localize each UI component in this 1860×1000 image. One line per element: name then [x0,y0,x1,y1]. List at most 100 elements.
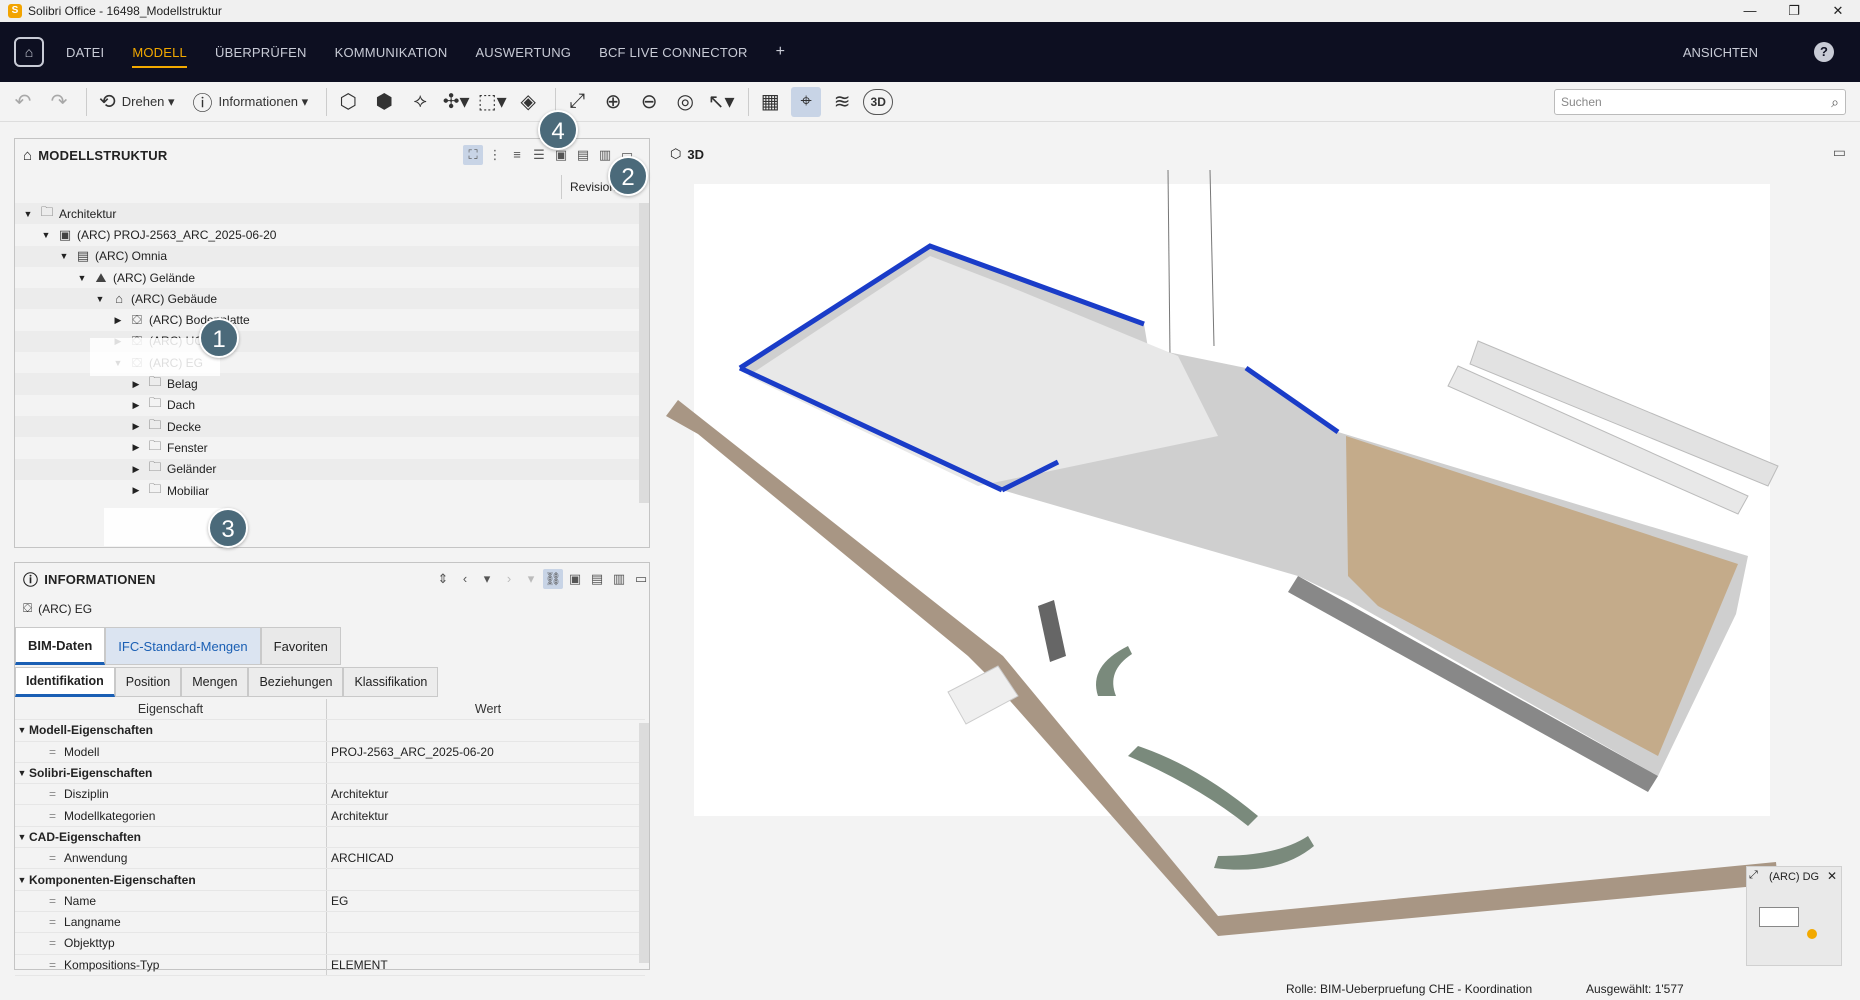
hierarchy-flat-icon[interactable]: ☰ [529,145,549,165]
revision-1-icon[interactable]: ▣ [565,569,585,589]
collapsed-caret-icon[interactable]: ▶ [129,485,143,496]
property-group-row[interactable]: ▼ CAD-Eigenschaften [15,826,645,849]
close-icon[interactable]: ✕ [1816,0,1860,22]
subtab-klassifikation[interactable]: Klassifikation [343,667,439,697]
tree-scrollbar[interactable] [639,203,649,503]
hide-icon[interactable]: ⬢ [369,87,399,117]
tree-row[interactable]: ▼ 🗀 Architektur [15,203,645,225]
collapsed-caret-icon[interactable]: ▶ [129,464,143,475]
tree-row[interactable]: ▼ ▤ (ARC) Omnia [15,245,645,267]
expand-icon[interactable]: ⤢ [1749,869,1758,882]
tree-view-icon[interactable]: ⛶ [463,145,483,165]
select-tool-icon[interactable]: ↖▾ [706,87,736,117]
location-icon[interactable]: ⌖ [791,86,822,117]
property-row[interactable]: = Langname [15,911,645,934]
close-icon[interactable]: ✕ [1827,869,1837,883]
collapsed-caret-icon[interactable]: ▶ [129,442,143,453]
tree-row[interactable]: ▼ ▣ (ARC) PROJ-2563_ARC_2025-06-20 [15,224,645,245]
expanded-caret-icon[interactable]: ▼ [15,725,29,735]
expanded-caret-icon[interactable]: ▼ [75,273,89,283]
tree-row[interactable]: ▶ 🗀 Geländer [15,458,645,480]
menu-kommunikation[interactable]: KOMMUNIKATION [335,45,448,60]
revision-2-icon[interactable]: ▤ [587,569,607,589]
zoom-out-icon[interactable]: ⊖ [634,87,664,117]
collapsed-caret-icon[interactable]: ▶ [111,315,125,326]
collapsed-caret-icon[interactable]: ▶ [129,421,143,432]
floor-plan-icon[interactable]: ▦ [755,87,785,117]
show-all-icon[interactable]: ⬡ [333,87,363,117]
tree-row[interactable]: ▶ ⛋ (ARC) Bodenplatte [15,309,645,330]
transparency-icon[interactable]: ✣▾ [441,87,471,117]
minimize-icon[interactable]: — [1728,0,1772,22]
menu-datei[interactable]: DATEI [66,45,104,60]
revision-2-icon[interactable]: ▤ [573,145,593,165]
column-header-wert[interactable]: Wert [327,702,645,716]
hierarchy-alt-icon[interactable]: ≡ [507,145,527,165]
subtab-beziehungen[interactable]: Beziehungen [248,667,344,697]
tree-row[interactable]: ▶ 🗀 Fenster [15,437,645,458]
expanded-caret-icon[interactable]: ▼ [93,294,107,304]
menu-modell[interactable]: MODELL [132,45,187,68]
collapsed-caret-icon[interactable]: ▶ [129,379,143,390]
property-row[interactable]: = Modellkategorien Architektur [15,805,645,827]
home-icon[interactable]: ⌂ [14,37,44,67]
forward-dropdown-icon[interactable]: ▾ [521,569,541,589]
collapsed-caret-icon[interactable]: ▶ [129,400,143,411]
property-row[interactable]: = Objekttyp [15,933,645,955]
isolate-icon[interactable]: ⟡ [405,87,435,117]
tree-row[interactable]: ▼ ⌂ (ARC) Gebäude [15,288,645,310]
tab-favoriten[interactable]: Favoriten [260,627,341,665]
subtab-identifikation[interactable]: Identifikation [15,667,115,697]
link-selection-icon[interactable]: ⛓ [543,569,563,589]
zoom-window-icon[interactable]: ◎ [670,87,700,117]
property-group-row[interactable]: ▼ Komponenten-Eigenschaften [15,869,645,891]
tab-bim-daten[interactable]: BIM-Daten [15,627,106,665]
3d-viewport[interactable]: ⬡ 3D ▭ ⤢ (ARC) DG ✕ [658,136,1860,978]
section-box-icon[interactable]: ◈ [513,87,543,117]
forward-icon[interactable]: › [499,569,519,589]
sort-icon[interactable]: ⇕ [433,569,453,589]
expanded-caret-icon[interactable]: ▼ [15,875,29,885]
property-row[interactable]: = Kompositions-Typ ELEMENT [15,954,645,976]
panel-layout-icon[interactable]: ▭ [631,569,651,589]
model-render[interactable] [658,136,1860,978]
menu-bcf-live-connector[interactable]: BCF LIVE CONNECTOR [599,45,748,60]
search-icon[interactable]: ⌕ [1831,94,1839,111]
help-icon[interactable]: ? [1814,42,1834,62]
tree-row[interactable]: ▶ 🗀 Dach [15,395,645,416]
expanded-caret-icon[interactable]: ▼ [15,768,29,778]
3d-view-icon[interactable]: 3D [863,88,894,115]
tree-row[interactable]: ▶ 🗀 Decke [15,415,645,438]
add-tab-icon[interactable]: + [776,43,785,61]
box-view-icon[interactable]: ⬚▾ [477,87,507,117]
restore-icon[interactable]: ❐ [1772,0,1816,22]
property-row[interactable]: = Disziplin Architektur [15,784,645,806]
hierarchy-icon[interactable]: ⋮ [485,145,505,165]
property-row[interactable]: = Anwendung ARCHICAD [15,848,645,870]
redo-icon[interactable]: ↷ [44,87,74,117]
menu-ueberpruefen[interactable]: ÜBERPRÜFEN [215,45,307,60]
menu-auswertung[interactable]: AUSWERTUNG [475,45,571,60]
history-dropdown-icon[interactable]: ▾ [477,569,497,589]
back-icon[interactable]: ‹ [455,569,475,589]
expanded-caret-icon[interactable]: ▼ [57,251,71,261]
tab-ifc-standard-mengen[interactable]: IFC-Standard-Mengen [105,627,261,665]
undo-icon[interactable]: ↶ [8,87,38,117]
expanded-caret-icon[interactable]: ▼ [39,230,53,240]
layers-icon[interactable]: ≋ [827,87,857,117]
property-row[interactable]: = Name EG [15,890,645,912]
expanded-caret-icon[interactable]: ▼ [21,209,35,219]
properties-scrollbar[interactable] [639,723,649,963]
column-header-eigenschaft[interactable]: Eigenschaft [15,699,327,720]
search-input[interactable]: Suchen ⌕ [1554,89,1846,115]
subtab-mengen[interactable]: Mengen [181,667,249,697]
property-group-row[interactable]: ▼ Solibri-Eigenschaften [15,762,645,785]
zoom-in-icon[interactable]: ⊕ [598,87,628,117]
subtab-position[interactable]: Position [114,667,182,697]
minimap[interactable]: ⤢ (ARC) DG ✕ [1746,866,1842,966]
rotate-button[interactable]: ⟲ Drehen ▾ [93,87,181,117]
property-row[interactable]: = Modell PROJ-2563_ARC_2025-06-20 [15,741,645,763]
expanded-caret-icon[interactable]: ▼ [15,832,29,842]
tree-row[interactable]: ▼ ⛰ (ARC) Gelände [15,267,645,288]
menu-ansichten[interactable]: ANSICHTEN [1683,45,1758,60]
